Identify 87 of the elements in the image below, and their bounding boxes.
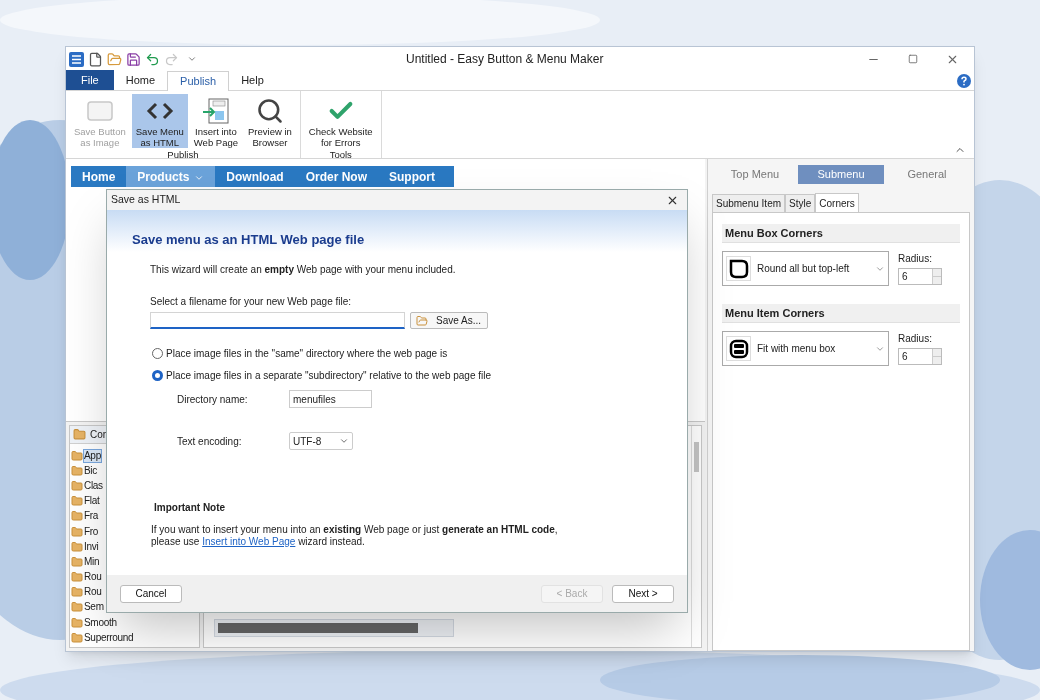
ribbon-button[interactable]: Check Website for Errors [304, 94, 377, 148]
insert-page-icon [201, 97, 230, 125]
insert-wizard-link[interactable]: Insert into Web Page [202, 536, 296, 547]
folder-icon [71, 510, 83, 523]
style-list-item[interactable]: Bic [84, 464, 97, 477]
properties-subtab[interactable]: Corners [815, 193, 859, 213]
ribbon-group-label: Tools [329, 148, 352, 161]
note-text: If you want to insert your menu into an existing Web page or just generate an HTML code, please use Insert into Web Page wizard instead. [151, 524, 559, 548]
style-list-item[interactable]: Min [84, 555, 100, 568]
corner-style-dropdown[interactable]: Round all but top-left [722, 251, 889, 286]
style-list-item[interactable]: Flat [84, 495, 100, 508]
radius-spinner[interactable]: 6 [898, 348, 942, 365]
ribbon-tab[interactable]: Help [229, 70, 276, 90]
filename-label: Select a filename for your new Web page file: [150, 295, 353, 309]
style-list-item[interactable]: Rou [84, 571, 102, 584]
menu-preview-item[interactable]: Home [71, 166, 127, 187]
style-list-item[interactable]: Sem [84, 601, 104, 614]
ribbon-button[interactable]: Insert into Web Page [189, 94, 243, 148]
rounded-corners-icon [727, 257, 750, 280]
ribbon-group-label: Publish [167, 148, 199, 161]
style-list-item[interactable]: App [84, 449, 101, 462]
radius-label: Radius: [898, 252, 933, 266]
ribbon-button[interactable]: Save Menu as HTML [131, 94, 188, 148]
style-list-item[interactable]: Invi [84, 540, 99, 553]
dialog-heading: Save menu as an HTML Web page file [132, 230, 365, 249]
folder-icon [71, 495, 83, 508]
section-header: Menu Item Corners [722, 304, 960, 323]
filename-field[interactable] [150, 312, 405, 329]
image-location-radio[interactable]: Place image files in a separate "subdirectory" relative to the web page file [152, 368, 687, 383]
properties-tab[interactable]: General [884, 165, 970, 184]
folder-icon [71, 540, 83, 553]
style-list-item[interactable]: Rou [84, 586, 102, 599]
ribbon-tab[interactable]: File [66, 70, 114, 90]
new-file-icon[interactable] [88, 51, 103, 67]
folder-icon [71, 571, 83, 584]
encoding-label: Text encoding: [177, 434, 243, 449]
help-icon[interactable] [957, 74, 971, 88]
ribbon-button[interactable]: Preview in Browser [244, 94, 296, 148]
radius-spinner[interactable]: 6 [898, 268, 942, 285]
directory-field[interactable]: menufiles [289, 390, 372, 408]
style-list-header: Cor [90, 428, 107, 442]
folder-icon [71, 616, 83, 629]
blank-button-icon [85, 99, 114, 123]
style-list-item[interactable]: Fro [84, 525, 99, 538]
radius-label: Radius: [898, 332, 933, 346]
folder-icon [71, 586, 83, 599]
style-list-item[interactable]: Superround [84, 631, 134, 644]
save-icon[interactable] [126, 51, 141, 67]
folder-icon [416, 314, 428, 327]
style-list-item[interactable]: Smooth [84, 616, 117, 629]
fit-corners-icon [727, 337, 750, 360]
note-title: Important Note [154, 501, 227, 515]
search-icon [255, 97, 284, 125]
folder-icon [71, 631, 83, 644]
ribbon-tab[interactable]: Home [113, 70, 168, 90]
intro-text: This wizard will create an empty Web page with your menu included. [150, 263, 457, 277]
encoding-dropdown[interactable]: UTF-8 [289, 432, 353, 450]
image-location-radio[interactable]: Place image files in the "same" directory where the web page is [152, 346, 687, 361]
properties-subtab[interactable]: Style [785, 194, 816, 212]
corner-style-dropdown[interactable]: Fit with menu box [722, 331, 889, 366]
folder-icon [71, 601, 83, 614]
menu-preview-item[interactable]: Download [215, 166, 295, 187]
properties-subtab[interactable]: Submenu Item [712, 194, 786, 212]
dialog-button[interactable]: Next > [612, 584, 674, 603]
folder-icon [71, 464, 83, 477]
ribbon-tab[interactable]: Publish [167, 71, 230, 91]
folder-icon [71, 555, 83, 568]
customize-dropdown-icon[interactable] [187, 54, 197, 64]
undo-icon[interactable] [145, 51, 160, 67]
menu-preview-item[interactable]: Support [378, 166, 447, 187]
redo-icon [164, 51, 179, 67]
menu-preview-item[interactable]: Order Now [294, 166, 379, 187]
window-title: Untitled - Easy Button & Menu Maker [406, 51, 604, 68]
properties-tab[interactable]: Top Menu [712, 165, 798, 184]
folder-icon [71, 525, 83, 538]
maximize-icon[interactable] [908, 54, 918, 64]
dialog-button[interactable]: Cancel [120, 584, 182, 603]
dialog-title: Save as HTML [111, 192, 181, 208]
save-as-button[interactable]: Save As... [410, 312, 488, 329]
folder-icon [71, 449, 83, 462]
style-list-item[interactable]: Fra [84, 510, 99, 523]
style-list-item[interactable]: Clas [84, 479, 103, 492]
folder-icon [73, 428, 86, 441]
section-header: Menu Box Corners [722, 224, 960, 243]
menu-icon[interactable] [69, 51, 84, 67]
folder-icon [71, 479, 83, 492]
directory-label: Directory name: [177, 392, 249, 407]
